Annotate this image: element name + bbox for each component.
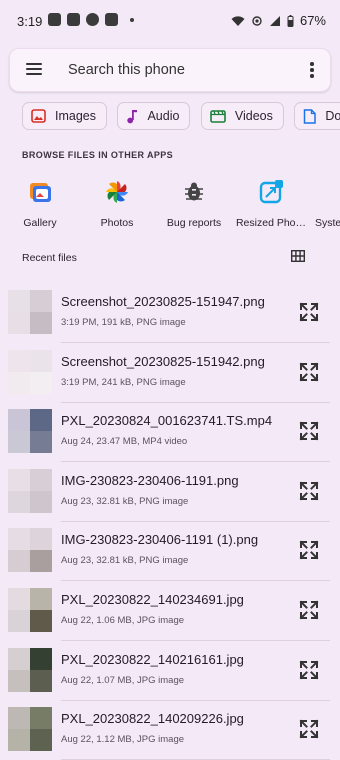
file-row[interactable]: IMG-230823-230406-1191.png Aug 23, 32.81 … xyxy=(0,462,340,522)
app-label: Resized Pho… xyxy=(235,217,307,229)
battery-icon xyxy=(287,14,294,27)
notification-icons xyxy=(48,13,134,26)
signal-icon xyxy=(269,15,280,26)
file-meta: Aug 24, 23.47 MB, MP4 video xyxy=(61,436,188,448)
chip-documents[interactable]: Documents xyxy=(294,102,340,130)
notification-phone-icon xyxy=(86,13,99,26)
image-icon xyxy=(31,109,46,123)
file-name: IMG-230823-230406-1191 (1).png xyxy=(61,532,259,548)
hotspot-icon xyxy=(252,15,262,26)
resize-icon xyxy=(258,179,284,205)
category-chips: Images Audio Videos Documents xyxy=(22,102,340,130)
file-thumbnail xyxy=(8,528,52,573)
chip-audio[interactable]: Audio xyxy=(117,102,191,130)
notification-msg-icon xyxy=(67,13,80,26)
search-bar[interactable]: Search this phone xyxy=(9,48,331,92)
chip-label: Audio xyxy=(147,109,180,123)
app-gallery[interactable]: Gallery xyxy=(0,176,80,229)
file-thumbnail xyxy=(8,290,52,334)
expand-icon[interactable] xyxy=(298,659,320,681)
file-row[interactable]: Screenshot_20230825-151947.png 3:19 PM, 1… xyxy=(0,283,340,343)
expand-icon[interactable] xyxy=(298,301,320,323)
app-resized-photos[interactable]: Resized Pho… xyxy=(231,176,311,229)
file-name: PXL_20230822_140216161.jpg xyxy=(61,651,244,667)
file-thumbnail xyxy=(8,707,52,752)
app-photos[interactable]: Photos xyxy=(77,176,157,229)
music-note-icon xyxy=(127,109,138,123)
expand-icon[interactable] xyxy=(298,539,320,561)
chip-label: Videos xyxy=(234,109,273,123)
gallery-icon xyxy=(27,179,53,205)
file-meta: Aug 22, 1.07 MB, JPG image xyxy=(61,674,185,686)
file-thumbnail xyxy=(8,647,52,692)
file-thumbnail xyxy=(8,588,52,632)
expand-icon[interactable] xyxy=(298,361,320,383)
photos-pinwheel-icon xyxy=(104,179,130,205)
expand-icon[interactable] xyxy=(298,718,320,740)
system-status-icons: 67% xyxy=(231,13,326,28)
file-meta: Aug 22, 1.06 MB, JPG image xyxy=(61,615,185,626)
file-row[interactable]: PXL_20230822_140209226.jpg Aug 22, 1.12 M… xyxy=(0,700,340,760)
app-bug-reports[interactable]: Bug reports xyxy=(154,176,234,229)
file-meta: Aug 22, 1.12 MB, JPG image xyxy=(61,734,185,746)
expand-icon[interactable] xyxy=(298,420,320,442)
file-name: Screenshot_20230825-151942.png xyxy=(61,353,265,369)
recent-files-title: Recent files xyxy=(22,252,77,264)
more-options-icon[interactable] xyxy=(310,62,314,80)
notification-more-dot-icon xyxy=(130,17,134,22)
chip-videos[interactable]: Videos xyxy=(200,102,284,130)
file-name: PXL_20230822_140209226.jpg xyxy=(61,711,244,727)
app-label: System xyxy=(315,217,340,229)
browse-apps-row: Gallery Photos Bug reports Resized Pho… … xyxy=(0,176,340,232)
file-name: PXL_20230822_140234691.jpg xyxy=(61,592,244,607)
file-meta: Aug 23, 32.81 kB, PNG image xyxy=(61,555,189,567)
file-meta: 3:19 PM, 241 kB, PNG image xyxy=(61,376,186,388)
notification-image-icon xyxy=(105,13,118,26)
expand-icon[interactable] xyxy=(298,480,320,502)
battery-percentage: 67% xyxy=(299,13,326,28)
status-bar: 3:19 67% xyxy=(0,0,340,44)
app-label: Gallery xyxy=(23,217,57,229)
file-thumbnail xyxy=(8,409,52,454)
file-thumbnail xyxy=(8,468,52,513)
bug-icon xyxy=(181,179,207,205)
app-label: Photos xyxy=(100,217,134,229)
search-placeholder[interactable]: Search this phone xyxy=(68,62,185,78)
file-name: IMG-230823-230406-1191.png xyxy=(61,472,239,488)
system-icon xyxy=(311,179,337,205)
app-system[interactable]: System xyxy=(305,176,340,229)
file-thumbnail xyxy=(8,349,52,394)
file-row[interactable]: IMG-230823-230406-1191 (1).png Aug 23, 32… xyxy=(0,521,340,582)
wifi-icon xyxy=(231,15,245,26)
document-icon xyxy=(304,108,317,124)
file-meta: Aug 23, 32.81 kB, PNG image xyxy=(61,495,189,507)
status-time: 3:19 xyxy=(17,14,43,29)
browse-section-title: BROWSE FILES IN OTHER APPS xyxy=(22,150,174,160)
file-meta: 3:19 PM, 191 kB, PNG image xyxy=(61,317,186,328)
chip-label: Documents xyxy=(325,109,340,123)
file-row[interactable]: Screenshot_20230825-151942.png 3:19 PM, 2… xyxy=(0,343,340,403)
file-name: PXL_20230824_001623741.TS.mp4 xyxy=(61,413,273,429)
video-icon xyxy=(210,109,226,123)
grid-view-icon[interactable] xyxy=(291,250,305,262)
notification-app-icon xyxy=(48,13,61,26)
file-name: Screenshot_20230825-151947.png xyxy=(61,294,265,309)
chip-label: Images xyxy=(55,109,96,123)
hamburger-menu-icon[interactable] xyxy=(26,63,42,75)
expand-icon[interactable] xyxy=(298,599,320,621)
file-row[interactable]: PXL_20230822_140234691.jpg Aug 22, 1.06 M… xyxy=(0,581,340,641)
file-row[interactable]: PXL_20230822_140216161.jpg Aug 22, 1.07 M… xyxy=(0,641,340,701)
app-label: Bug reports xyxy=(166,217,222,229)
chip-images[interactable]: Images xyxy=(22,102,107,130)
file-row[interactable]: PXL_20230824_001623741.TS.mp4 Aug 24, 23.… xyxy=(0,402,340,463)
